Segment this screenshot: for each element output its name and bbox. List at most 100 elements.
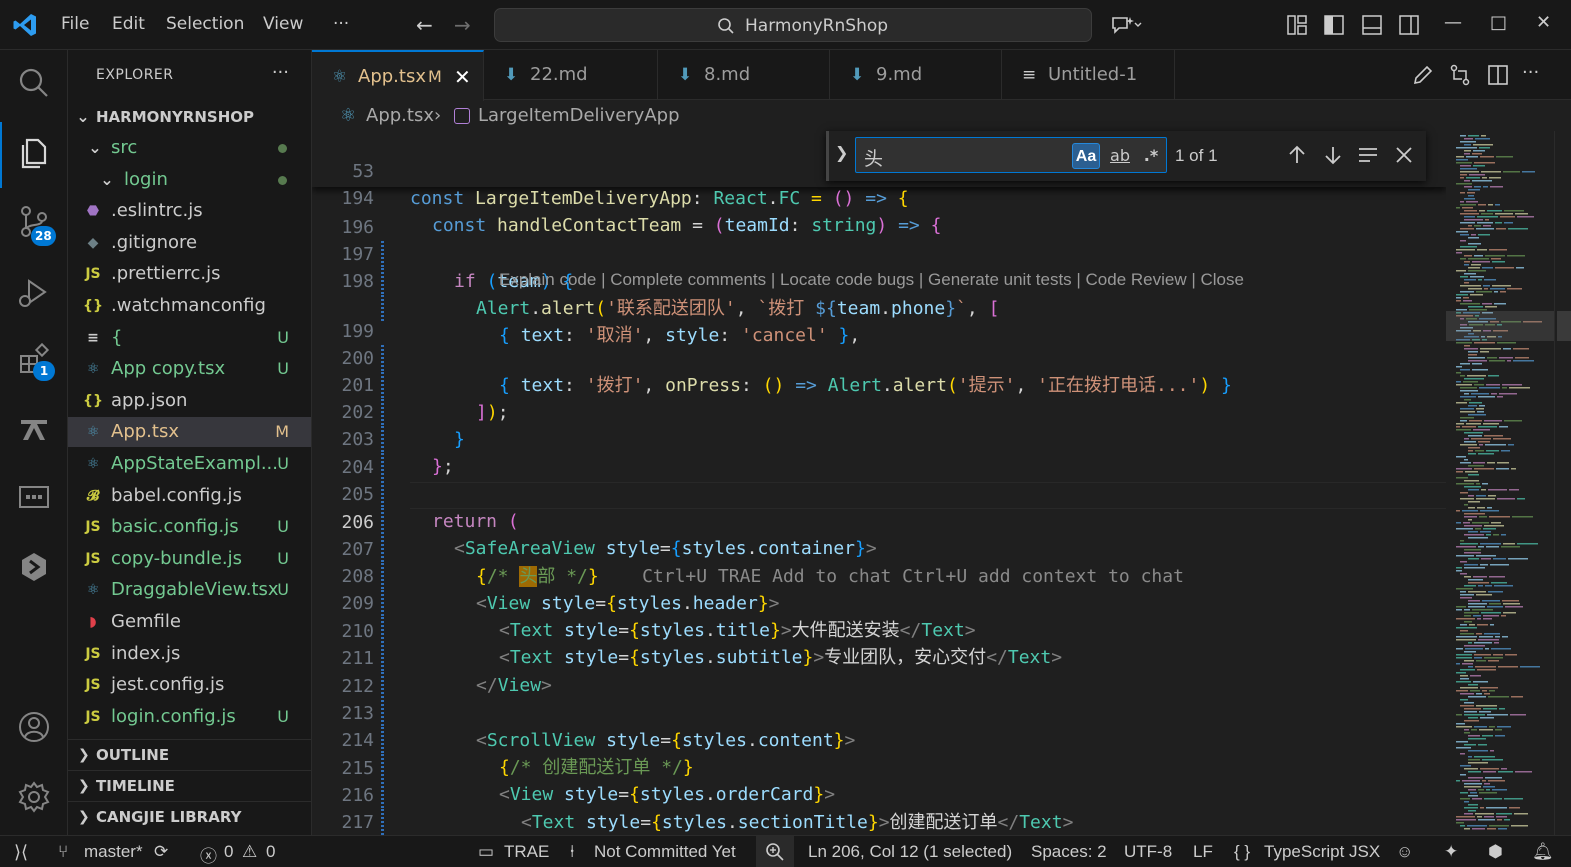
close-find-icon[interactable]: [1392, 143, 1416, 167]
cangjie-status-icon[interactable]: ⬢: [1488, 842, 1503, 862]
code-line[interactable]: 207 <View style={styles.header}>: [312, 509, 1446, 614]
explorer-item[interactable]: JS copy-bundle.js U: [68, 544, 311, 574]
code-line[interactable]: 211: [312, 618, 1446, 699]
cursor-position[interactable]: Ln 206, Col 12 (1 selected): [808, 842, 1012, 862]
explorer-item[interactable]: ◆ .gitignore: [68, 228, 311, 258]
menu-more[interactable]: ···: [333, 14, 349, 34]
forward-arrow-icon[interactable]: →: [454, 13, 471, 37]
command-center-search[interactable]: HarmonyRnShop: [494, 8, 1092, 42]
tab-app-tsx[interactable]: ⚛ App.tsx M ✕: [312, 50, 484, 101]
outline-section[interactable]: ❯ OUTLINE: [68, 739, 311, 770]
explorer-item[interactable]: JS jest.config.js: [68, 670, 311, 700]
explorer-item[interactable]: JS login.config.js U: [68, 702, 311, 732]
menu-edit[interactable]: Edit: [112, 14, 145, 34]
tab-untitled-1[interactable]: ≡ Untitled-1: [1002, 50, 1175, 100]
git-blame-status[interactable]: Not Committed Yet: [594, 842, 736, 862]
language-mode[interactable]: TypeScript JSX: [1264, 842, 1380, 862]
next-match-arrow-icon[interactable]: [1321, 143, 1345, 167]
compare-changes-icon[interactable]: [1448, 63, 1472, 87]
explorer-item[interactable]: ⚛ App.tsx M: [68, 417, 311, 448]
code-line[interactable]: 202 };: [312, 372, 1446, 477]
toggle-secondary-sidebar-icon[interactable]: [1398, 14, 1420, 36]
tab-22-md[interactable]: ⬇ 22.md: [484, 50, 658, 100]
menu-selection[interactable]: Selection: [166, 14, 244, 34]
explorer-item[interactable]: ⚛ AppStateExampl... U: [68, 449, 311, 479]
breadcrumb-symbol[interactable]: LargeItemDeliveryApp: [478, 101, 680, 131]
trae-icon[interactable]: [17, 412, 51, 446]
code-line[interactable]: 204 return (: [312, 427, 1446, 532]
toggle-replace-chevron-icon[interactable]: ❯: [835, 143, 848, 162]
more-actions-icon[interactable]: ···: [1522, 62, 1539, 83]
git-branch[interactable]: master*: [84, 842, 143, 862]
code-line[interactable]: 214 <View style={styles.orderCard}>: [312, 700, 1446, 805]
menu-view[interactable]: View: [263, 14, 303, 34]
explorer-item[interactable]: ≡ {U: [68, 323, 311, 353]
explorer-files-icon[interactable]: [17, 136, 51, 170]
explorer-item[interactable]: {} app.json: [68, 386, 311, 416]
customize-layout-icon[interactable]: [1286, 14, 1308, 36]
explorer-item[interactable]: ⌄ login: [68, 165, 311, 195]
trae-status[interactable]: TRAE: [504, 842, 549, 862]
code-line[interactable]: 208 <Text style={styles.title}>大件配送安装</T…: [312, 536, 1446, 641]
copilot-chat-icon[interactable]: [1110, 14, 1142, 36]
code-line[interactable]: 215 <Text style={styles.sectionTitle}>创建…: [312, 728, 1446, 833]
code-line-current[interactable]: 206 {/* 头部 */} Ctrl+U TRAE Add to chat C…: [312, 482, 1446, 587]
explorer-item[interactable]: JS basic.config.js U: [68, 512, 311, 542]
breadcrumb-file[interactable]: App.tsx: [366, 101, 434, 131]
account-icon[interactable]: [17, 710, 51, 744]
code-line[interactable]: 205 <SafeAreaView style={styles.containe…: [312, 454, 1446, 559]
tab-8-md[interactable]: ⬇ 8.md: [658, 50, 830, 100]
find-in-selection-icon[interactable]: [1356, 143, 1380, 167]
scrollbar-thumb[interactable]: [1557, 311, 1571, 341]
explorer-item[interactable]: 𝓑babel.config.js: [68, 481, 311, 511]
encoding[interactable]: UTF-8: [1124, 842, 1172, 862]
code-line[interactable]: 210 </View>: [312, 591, 1446, 696]
notifications-bell-icon[interactable]: 🔔︎: [1532, 842, 1554, 862]
workspace-root[interactable]: ⌄ HARMONYRNSHOP: [68, 102, 311, 132]
timeline-section[interactable]: ❯ TIMELINE: [68, 770, 311, 801]
indentation[interactable]: Spaces: 2: [1031, 842, 1107, 862]
error-count[interactable]: 0: [224, 842, 233, 862]
zoom-button[interactable]: [756, 836, 794, 867]
minimize-button[interactable]: —: [1444, 12, 1462, 33]
search-icon[interactable]: [17, 66, 51, 100]
code-line[interactable]: 203: [312, 399, 1446, 480]
close-tab-icon[interactable]: ✕: [454, 52, 471, 102]
menu-file[interactable]: File: [61, 14, 89, 34]
previous-match-arrow-icon[interactable]: [1285, 143, 1309, 167]
trae-icon[interactable]: ✦: [1444, 842, 1458, 862]
remote-indicator-icon[interactable]: ⟩⟨: [14, 842, 28, 863]
match-case-toggle[interactable]: Aa: [1072, 143, 1100, 169]
editor-scrollbar[interactable]: [1554, 131, 1571, 835]
code-line[interactable]: 200 ]);: [312, 318, 1446, 423]
explorer-item[interactable]: ⬣ .eslintrc.js: [68, 196, 311, 226]
code-line[interactable]: 212 <ScrollView style={styles.content}>: [312, 646, 1446, 751]
code-line[interactable]: 217 <View style={styles.itemSelector}>: [312, 782, 1446, 833]
line-ending[interactable]: LF: [1193, 842, 1213, 862]
cangjie-icon[interactable]: [17, 550, 51, 584]
warning-count[interactable]: 0: [266, 842, 275, 862]
minimap-viewport[interactable]: [1446, 311, 1554, 341]
explorer-more-button[interactable]: ···: [272, 62, 289, 83]
settings-gear-icon[interactable]: [17, 780, 51, 814]
minimap[interactable]: [1446, 131, 1554, 835]
maximize-button[interactable]: □: [1490, 12, 1507, 33]
explorer-item[interactable]: ◗ Gemfile: [68, 607, 311, 637]
explorer-item[interactable]: JS index.js: [68, 639, 311, 669]
code-editor[interactable]: 53 const LargeItemDeliveryApp: React.FC …: [312, 131, 1446, 835]
code-line[interactable]: 201 }: [312, 345, 1446, 450]
split-editor-icon[interactable]: [1486, 63, 1510, 87]
match-whole-word-toggle[interactable]: ab: [1106, 143, 1134, 169]
copilot-icon[interactable]: ☺: [1396, 842, 1413, 862]
toggle-panel-icon[interactable]: [1361, 14, 1383, 36]
cangjie-library-section[interactable]: ❯ CANGJIE LIBRARY: [68, 801, 311, 832]
tab-9-md[interactable]: ⬇ 9.md: [830, 50, 1002, 100]
code-line[interactable]: 198 { text: '取消', style: 'cancel' },: [312, 241, 1446, 346]
explorer-item[interactable]: JS .prettierrc.js: [68, 259, 311, 289]
find-input[interactable]: 头 Aa ab .*: [855, 137, 1167, 173]
code-line[interactable]: 216: [312, 755, 1446, 835]
explorer-item[interactable]: ⚛ App copy.tsx U: [68, 354, 311, 384]
close-window-button[interactable]: ✕: [1536, 12, 1551, 33]
use-regex-toggle[interactable]: .*: [1138, 143, 1164, 169]
code-line[interactable]: 199 { text: '拨打', onPress: () => Alert.a…: [312, 291, 1446, 396]
